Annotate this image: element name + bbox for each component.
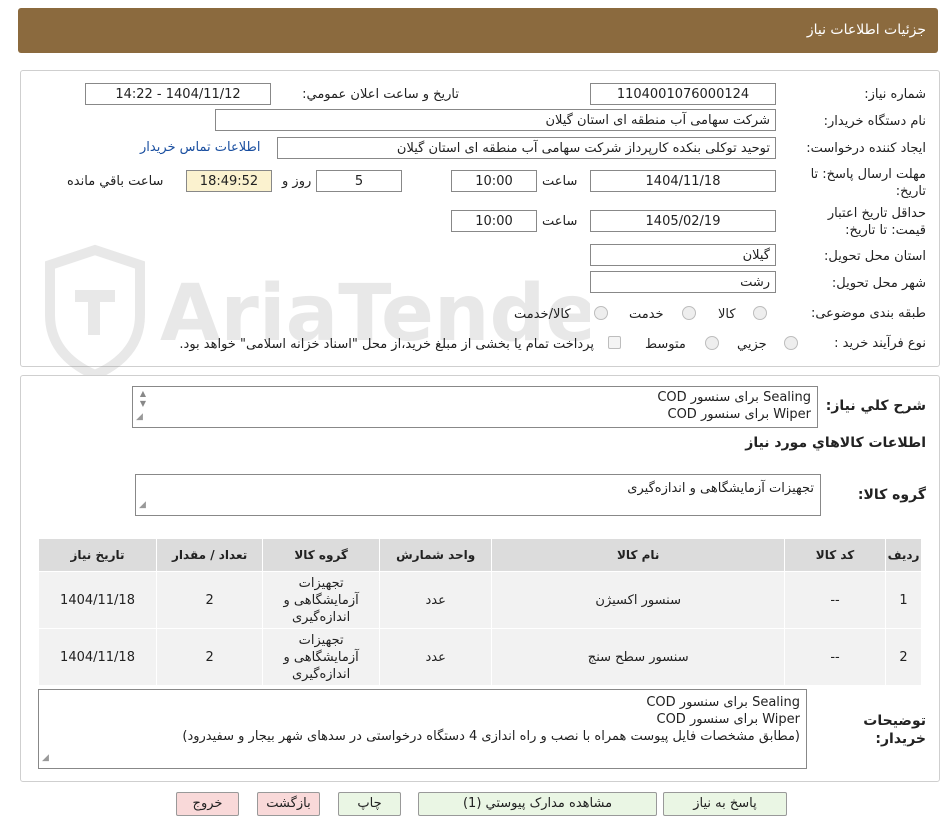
table-row[interactable]: 1 -- سنسور اکسیژن عدد تجهیزات آزمایشگاهی… [37, 571, 922, 629]
view-attachments-button[interactable]: مشاهده مدارک پیوستي (1) [418, 792, 657, 816]
cell-group: تجهیزات آزمایشگاهی و اندازه‌گیری [262, 571, 380, 629]
deadline-time-label: ساعت [542, 174, 578, 189]
buyer-notes-label: توضیحات خریدار: [863, 712, 926, 748]
validity-time-label: ساعت [542, 214, 578, 229]
announce-field: 1404/11/12 - 14:22 [85, 83, 271, 105]
cell-qty: 2 [156, 628, 264, 686]
category-radio-goods[interactable] [753, 306, 767, 320]
remaining-label: ساعت باقي مانده [67, 174, 164, 189]
province-field: گیلان [590, 244, 776, 266]
cell-unit: عدد [378, 628, 493, 686]
city-label: شهر محل تحویل: [831, 276, 926, 291]
description-line-2: Wiper برای سنسور COD [667, 407, 812, 422]
category-option-goods: کالا [718, 307, 736, 322]
reply-button[interactable]: پاسخ به نیاز [663, 792, 787, 816]
days-label: روز و [282, 174, 312, 189]
creator-field: توحید توکلی بنکده کارپرداز شرکت سهامی آب… [277, 137, 776, 159]
buyer-notes-label-line2: خریدار: [875, 731, 926, 747]
process-option-medium: متوسط [645, 337, 686, 352]
category-radio-service[interactable] [682, 306, 696, 320]
buyer-contact-link[interactable]: اطلاعات تماس خریدار [140, 140, 260, 155]
validity-time-field: 10:00 [451, 210, 537, 232]
creator-label: ایجاد کننده درخواست: [806, 141, 926, 156]
city-field: رشت [590, 271, 776, 293]
cell-name: سنسور سطح سنج [491, 628, 786, 686]
buyer-notes-resize-grip[interactable]: ◢ [42, 750, 49, 767]
validity-date-field: 1405/02/19 [590, 210, 776, 232]
cell-code: -- [784, 628, 887, 686]
process-option-minor: جزیي [737, 337, 767, 352]
category-radio-goods-service[interactable] [594, 306, 608, 320]
announce-label: تاریخ و ساعت اعلان عمومي: [302, 87, 459, 102]
goods-group-value: تجهیزات آزمایشگاهی و اندازه‌گیری [627, 481, 814, 496]
cell-index: 2 [885, 628, 922, 686]
province-label: استان محل تحویل: [824, 249, 926, 264]
exit-button[interactable]: خروج [176, 792, 239, 816]
column-header-code: کد کالا [784, 538, 887, 572]
buyer-field: شرکت سهامی آب منطقه ای استان گیلان [215, 109, 776, 131]
process-radio-medium[interactable] [705, 336, 719, 350]
column-header-unit: واحد شمارش [378, 538, 493, 572]
textarea-resize-grip[interactable]: ◢ [136, 409, 143, 426]
cell-group-line: آزمایشگاهی و [283, 649, 359, 665]
remaining-timer: 18:49:52 [186, 170, 272, 192]
need-number-field: 1104001076000124 [590, 83, 776, 105]
column-header-name: نام کالا [491, 538, 786, 572]
category-option-goods-service: کالا/خدمت [514, 307, 571, 322]
buyer-notes-textarea[interactable]: Sealing برای سنسور COD Wiper برای سنسور … [38, 689, 807, 769]
column-header-group: گروه کالا [262, 538, 380, 572]
column-header-date: تاریخ نیاز [37, 538, 158, 572]
cell-unit: عدد [378, 571, 493, 629]
description-label: شرح کلي نیاز: [825, 398, 926, 414]
buyer-notes-label-line1: توضیحات [863, 713, 926, 729]
back-button[interactable]: بازگشت [257, 792, 320, 816]
cell-date: 1404/11/18 [37, 628, 158, 686]
cell-index: 1 [885, 571, 922, 629]
days-field: 5 [316, 170, 402, 192]
goods-group-label: گروه کالا: [857, 487, 926, 503]
cell-group-line: تجهیزات [298, 632, 344, 648]
watermark-logo: AriaTender.net [45, 244, 590, 381]
category-label: طبقه بندی موضوعی: [810, 306, 926, 321]
page-title: جزئیات اطلاعات نیاز [806, 22, 926, 38]
cell-group-line: اندازه‌گیری [292, 609, 351, 625]
textarea-scroll-arrows[interactable]: ▲ ▼ [137, 389, 149, 409]
treasury-payment-note: پرداخت تمام یا بخشی از مبلغ خرید،از محل … [179, 337, 594, 352]
buyer-notes-line-3: (مطابق مشخصات فایل پیوست همراه با نصب و … [182, 729, 800, 744]
cell-group-line: آزمایشگاهی و [283, 592, 359, 608]
description-line-1: Sealing برای سنسور COD [657, 390, 811, 405]
cell-group-line: تجهیزات [298, 575, 344, 591]
need-number-label: شماره نیاز: [864, 87, 926, 102]
deadline-label: مهلت ارسال پاسخ: تا تاریخ: [810, 167, 926, 199]
cell-qty: 2 [156, 571, 264, 629]
page-header: جزئیات اطلاعات نیاز [18, 8, 938, 53]
buyer-notes-line-2: Wiper برای سنسور COD [656, 712, 801, 727]
cell-name: سنسور اکسیژن [491, 571, 786, 629]
process-radio-minor[interactable] [784, 336, 798, 350]
goods-group-resize-grip[interactable]: ◢ [139, 497, 146, 514]
cell-code: -- [784, 571, 887, 629]
description-textarea[interactable]: Sealing برای سنسور COD Wiper برای سنسور … [132, 386, 818, 428]
buyer-label: نام دستگاه خریدار: [823, 114, 926, 129]
treasury-payment-checkbox[interactable] [608, 336, 621, 349]
table-header-row: ردیف کد کالا نام کالا واحد شمارش گروه کا… [37, 538, 922, 572]
goods-group-field: تجهیزات آزمایشگاهی و اندازه‌گیری ◢ [135, 474, 821, 516]
table-row[interactable]: 2 -- سنسور سطح سنج عدد تجهیزات آزمایشگاه… [37, 628, 922, 686]
goods-table: ردیف کد کالا نام کالا واحد شمارش گروه کا… [37, 538, 922, 686]
process-label: نوع فرآیند خرید : [834, 336, 926, 351]
deadline-date-field: 1404/11/18 [590, 170, 776, 192]
print-button[interactable]: چاپ [338, 792, 401, 816]
cell-group: تجهیزات آزمایشگاهی و اندازه‌گیری [262, 628, 380, 686]
validity-label: حداقل تاریخ اعتبار قیمت: تا تاریخ: [827, 206, 926, 238]
goods-section-title: اطلاعات کالاهاي مورد نیاز [745, 435, 926, 451]
cell-date: 1404/11/18 [37, 571, 158, 629]
category-option-service: خدمت [629, 307, 664, 322]
column-header-qty: تعداد / مقدار [156, 538, 264, 572]
column-header-index: ردیف [885, 538, 922, 572]
cell-group-line: اندازه‌گیری [292, 666, 351, 682]
buyer-notes-line-1: Sealing برای سنسور COD [646, 695, 800, 710]
deadline-time-field: 10:00 [451, 170, 537, 192]
